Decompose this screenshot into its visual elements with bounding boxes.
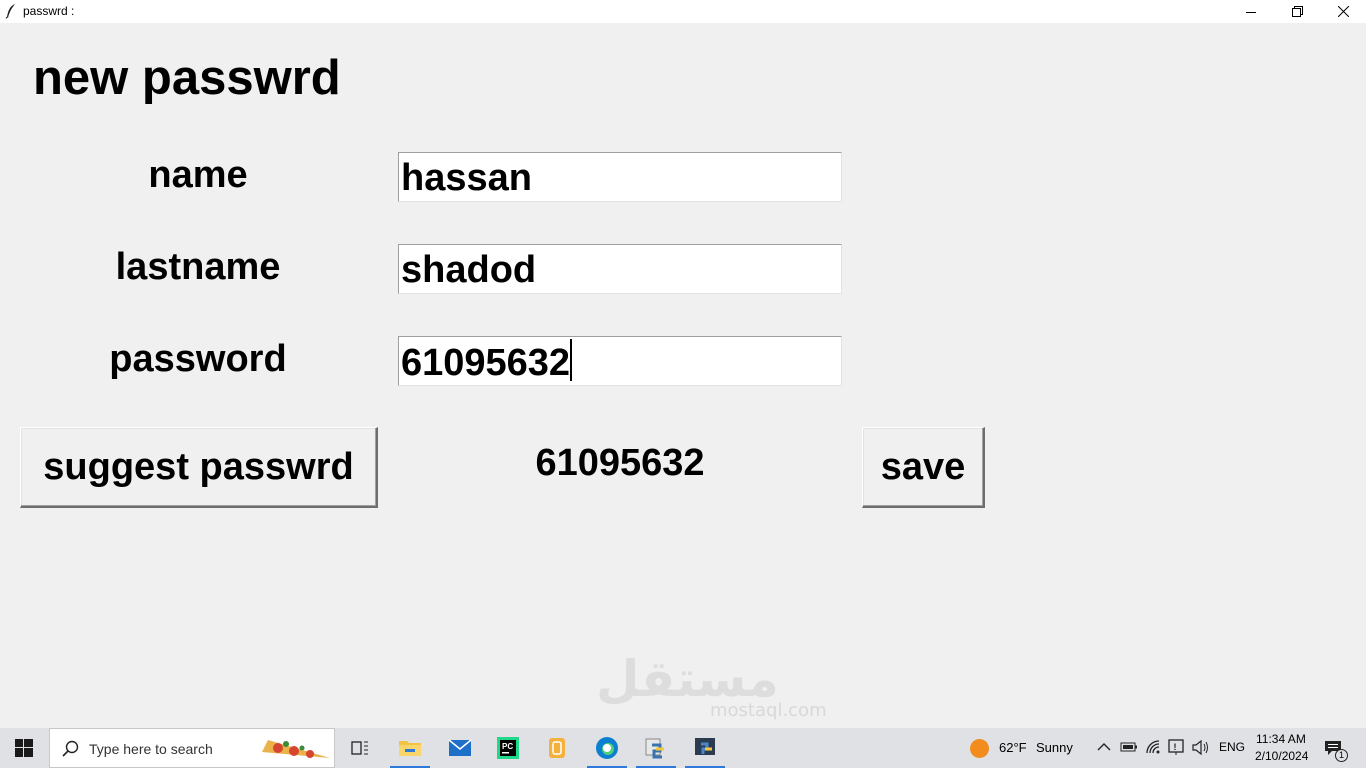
page-title: new passwrd — [33, 51, 341, 105]
password-label: password — [109, 338, 287, 380]
svg-text:PC: PC — [502, 742, 513, 751]
save-button[interactable]: save — [862, 427, 985, 508]
notification-count-badge: 1 — [1335, 749, 1348, 762]
python-app-icon — [695, 738, 715, 755]
suggest-password-button[interactable]: suggest passwrd — [20, 427, 378, 508]
edge-icon — [596, 737, 618, 759]
pizza-icon — [262, 740, 330, 758]
input-language[interactable]: ENG — [1219, 740, 1245, 754]
pycharm-icon: PC — [497, 737, 519, 759]
folder-icon — [399, 741, 421, 756]
lastname-field-value: shadod — [401, 249, 537, 291]
taskbar-python-app[interactable] — [681, 728, 729, 768]
window-title: passwrd : — [23, 4, 75, 18]
weather-description[interactable]: Sunny — [1036, 740, 1073, 755]
weather-temperature[interactable]: 62°F — [999, 740, 1027, 755]
feather-icon — [5, 4, 15, 19]
taskbar-notes-app[interactable] — [533, 728, 581, 768]
suggested-password-display: 61095632 — [535, 442, 705, 484]
search-placeholder: Type here to search — [89, 741, 213, 757]
minimize-button[interactable] — [1228, 0, 1274, 23]
name-field[interactable]: hassan — [398, 152, 842, 202]
volume-icon[interactable] — [1192, 740, 1210, 755]
title-bar: passwrd : — [0, 0, 1366, 23]
watermark-url: mostaql.com — [710, 700, 827, 721]
wifi-icon[interactable] — [1145, 739, 1163, 755]
python-icon — [645, 738, 664, 759]
text-caret — [570, 339, 573, 381]
svg-text:!: ! — [1174, 742, 1177, 752]
sun-weather-icon — [970, 739, 989, 758]
clock-date[interactable]: 2/10/2024 — [1255, 749, 1308, 763]
minimize-icon — [1246, 11, 1256, 13]
network-warning-icon[interactable]: ! — [1168, 739, 1186, 756]
taskbar-file-explorer[interactable] — [386, 728, 434, 768]
name-label: name — [148, 154, 248, 196]
lastname-field[interactable]: shadod — [398, 244, 842, 294]
close-button[interactable] — [1320, 0, 1366, 23]
taskbar: Type here to search PC 62°F Sunny ! ENG … — [0, 728, 1366, 768]
taskbar-edge[interactable] — [583, 728, 631, 768]
task-view-icon — [351, 741, 368, 755]
password-field[interactable]: 61095632 — [398, 336, 842, 386]
mail-icon — [448, 739, 472, 756]
notification-center-button[interactable]: 1 — [1318, 736, 1348, 762]
search-icon — [62, 740, 79, 757]
clock-time[interactable]: 11:34 AM — [1256, 732, 1306, 746]
taskbar-search-box[interactable]: Type here to search — [49, 728, 335, 768]
battery-icon[interactable] — [1120, 741, 1138, 753]
chevron-up-icon[interactable] — [1097, 742, 1111, 752]
taskbar-python-idle[interactable] — [632, 728, 680, 768]
name-field-value: hassan — [401, 157, 532, 199]
taskbar-pycharm[interactable]: PC — [484, 728, 532, 768]
notes-icon — [549, 738, 565, 758]
task-view-button[interactable] — [336, 728, 384, 768]
restore-icon — [1291, 6, 1303, 17]
start-button[interactable] — [0, 728, 48, 768]
app-window-content: new passwrd name hassan lastname shadod … — [0, 23, 1366, 728]
taskbar-mail[interactable] — [436, 728, 484, 768]
close-icon — [1337, 6, 1349, 17]
windows-logo-icon — [15, 739, 33, 757]
restore-button[interactable] — [1274, 0, 1320, 23]
lastname-label: lastname — [115, 246, 281, 288]
password-field-value: 61095632 — [401, 342, 571, 384]
